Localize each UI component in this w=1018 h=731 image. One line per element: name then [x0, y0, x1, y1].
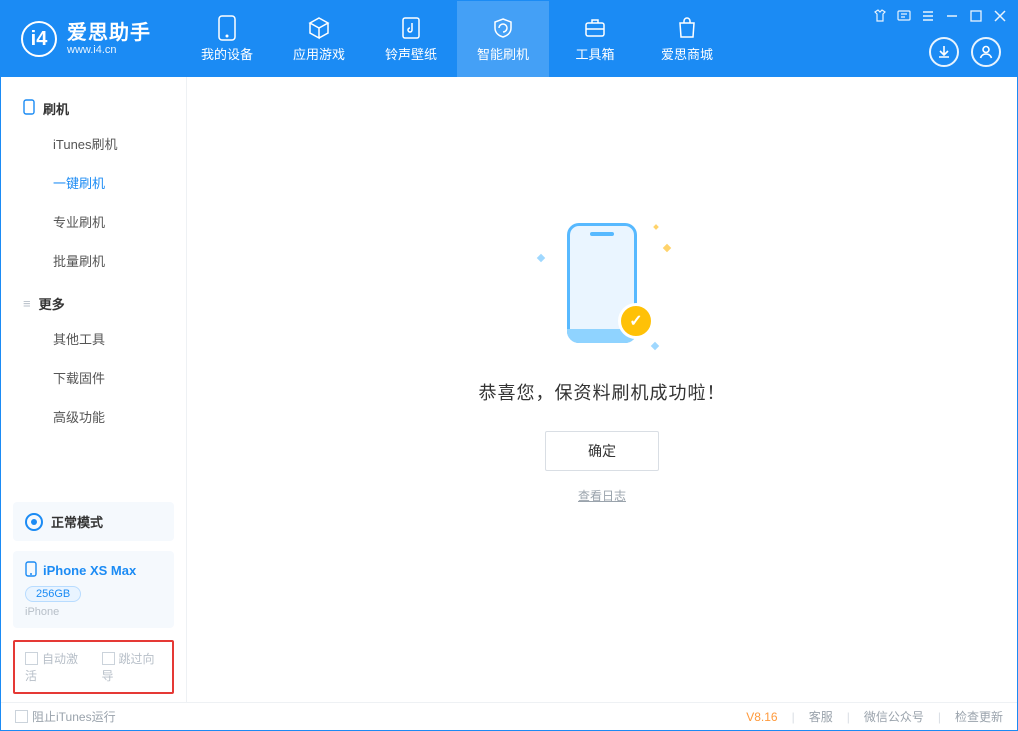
success-illustration: ✓ [532, 217, 672, 357]
nav-smart-flash[interactable]: 智能刷机 [457, 1, 549, 77]
sidebar-header-label: 刷机 [43, 99, 69, 118]
success-message: 恭喜您，保资料刷机成功啦！ [479, 379, 726, 405]
view-log-link[interactable]: 查看日志 [578, 487, 626, 504]
checkbox-icon [15, 710, 28, 723]
device-type: iPhone [25, 606, 162, 618]
nav-ringtones-wallpapers[interactable]: 铃声壁纸 [365, 1, 457, 77]
sidebar: 刷机 iTunes刷机 一键刷机 专业刷机 批量刷机 ≡ 更多 其他工具 下载固… [1, 77, 187, 702]
sidebar-header-label: 更多 [39, 294, 65, 313]
device-card[interactable]: iPhone XS Max 256GB iPhone [13, 551, 174, 628]
nav-my-device[interactable]: 我的设备 [181, 1, 273, 77]
device-storage-badge: 256GB [25, 586, 81, 602]
check-badge-icon: ✓ [618, 303, 654, 339]
menu-icon[interactable] [919, 7, 937, 25]
nav-toolbox[interactable]: 工具箱 [549, 1, 641, 77]
sparkle-icon [537, 254, 545, 262]
body: 刷机 iTunes刷机 一键刷机 专业刷机 批量刷机 ≡ 更多 其他工具 下载固… [1, 77, 1017, 702]
sidebar-item-other-tools[interactable]: 其他工具 [1, 319, 186, 358]
sidebar-more-items: 其他工具 下载固件 高级功能 [1, 319, 186, 436]
device-name: iPhone XS Max [43, 563, 136, 578]
sidebar-item-download-firmware[interactable]: 下载固件 [1, 358, 186, 397]
flash-options-row: 自动激活 跳过向导 [13, 640, 174, 694]
divider: | [938, 710, 941, 724]
checkbox-skip-guide[interactable]: 跳过向导 [102, 650, 163, 684]
checkbox-label: 阻止iTunes运行 [32, 710, 116, 724]
app-title: 爱思助手 [67, 22, 151, 44]
sidebar-header-more: ≡ 更多 [1, 288, 186, 319]
status-bar: 阻止iTunes运行 V8.16 | 客服 | 微信公众号 | 检查更新 [1, 702, 1017, 730]
nav-label: 智能刷机 [477, 44, 529, 63]
refresh-shield-icon [491, 16, 515, 40]
checkbox-block-itunes[interactable]: 阻止iTunes运行 [15, 708, 116, 725]
sidebar-section-more: ≡ 更多 其他工具 下载固件 高级功能 [1, 288, 186, 436]
sparkle-icon [653, 224, 659, 230]
device-small-icon [23, 99, 35, 118]
version-label: V8.16 [746, 710, 777, 724]
nav-store[interactable]: 爱思商城 [641, 1, 733, 77]
feedback-icon[interactable] [895, 7, 913, 25]
sparkle-icon [663, 244, 671, 252]
briefcase-icon [583, 16, 607, 40]
minimize-button[interactable] [943, 7, 961, 25]
sparkle-icon [651, 342, 659, 350]
nav-label: 应用游戏 [293, 44, 345, 63]
sidebar-item-oneclick-flash[interactable]: 一键刷机 [1, 163, 186, 202]
phone-small-icon [25, 561, 37, 580]
device-mode-label: 正常模式 [51, 512, 103, 531]
checkbox-icon [25, 652, 38, 665]
shopping-bag-icon [675, 16, 699, 40]
app-subtitle: www.i4.cn [67, 44, 151, 56]
main-content: ✓ 恭喜您，保资料刷机成功啦！ 确定 查看日志 [187, 77, 1017, 702]
wechat-link[interactable]: 微信公众号 [864, 708, 924, 725]
app-header: i4 爱思助手 www.i4.cn 我的设备 应用游戏 铃声壁纸 智能刷机 工具… [1, 1, 1017, 77]
header-actions [929, 37, 1001, 67]
sidebar-header-flash: 刷机 [1, 93, 186, 124]
shirt-icon[interactable] [871, 7, 889, 25]
sidebar-item-itunes-flash[interactable]: iTunes刷机 [1, 124, 186, 163]
list-icon: ≡ [23, 296, 31, 311]
footer-right: V8.16 | 客服 | 微信公众号 | 检查更新 [746, 708, 1003, 725]
device-box: 正常模式 iPhone XS Max 256GB iPhone [13, 502, 174, 628]
nav-label: 我的设备 [201, 44, 253, 63]
logo-text: 爱思助手 www.i4.cn [67, 22, 151, 56]
nav-label: 铃声壁纸 [385, 44, 437, 63]
nav-label: 工具箱 [575, 44, 614, 63]
main-nav: 我的设备 应用游戏 铃声壁纸 智能刷机 工具箱 爱思商城 [181, 1, 733, 77]
cube-icon [307, 16, 331, 40]
confirm-button[interactable]: 确定 [545, 431, 659, 471]
sidebar-item-pro-flash[interactable]: 专业刷机 [1, 202, 186, 241]
nav-apps-games[interactable]: 应用游戏 [273, 1, 365, 77]
support-link[interactable]: 客服 [809, 708, 833, 725]
download-button[interactable] [929, 37, 959, 67]
logo-area: i4 爱思助手 www.i4.cn [1, 1, 181, 77]
mode-indicator-icon [25, 513, 43, 531]
checkbox-auto-activate[interactable]: 自动激活 [25, 650, 86, 684]
close-button[interactable] [991, 7, 1009, 25]
divider: | [792, 710, 795, 724]
device-mode-card[interactable]: 正常模式 [13, 502, 174, 541]
divider: | [847, 710, 850, 724]
device-name-row: iPhone XS Max [25, 561, 162, 580]
window-controls [871, 7, 1009, 25]
footer-left: 阻止iTunes运行 [15, 708, 116, 725]
checkbox-icon [102, 652, 115, 665]
check-update-link[interactable]: 检查更新 [955, 708, 1003, 725]
sidebar-section-flash: 刷机 iTunes刷机 一键刷机 专业刷机 批量刷机 [1, 93, 186, 280]
logo-icon: i4 [21, 21, 57, 57]
sidebar-flash-items: iTunes刷机 一键刷机 专业刷机 批量刷机 [1, 124, 186, 280]
phone-icon [215, 16, 239, 40]
nav-label: 爱思商城 [661, 44, 713, 63]
sidebar-item-batch-flash[interactable]: 批量刷机 [1, 241, 186, 280]
maximize-button[interactable] [967, 7, 985, 25]
account-button[interactable] [971, 37, 1001, 67]
music-note-icon [399, 16, 423, 40]
sidebar-item-advanced[interactable]: 高级功能 [1, 397, 186, 436]
